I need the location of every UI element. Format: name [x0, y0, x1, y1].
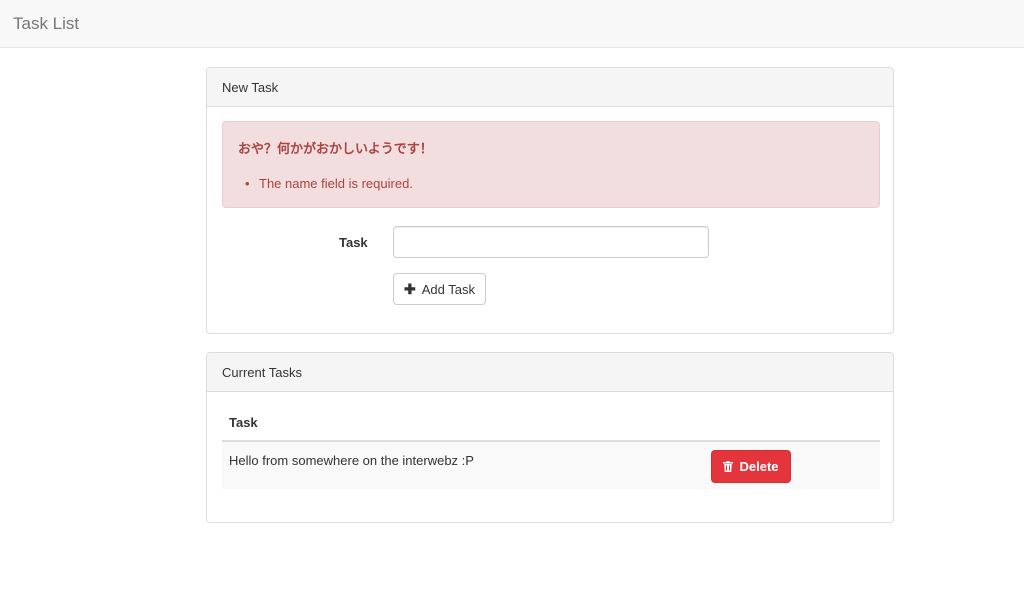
new-task-panel-heading: New Task: [207, 68, 893, 107]
trash-icon: [723, 461, 734, 472]
navbar: Task List: [0, 0, 1024, 48]
add-task-button[interactable]: ✚ Add Task: [393, 273, 486, 305]
delete-button-label: Delete: [739, 459, 779, 474]
error-item: The name field is required.: [259, 176, 413, 191]
brand-title[interactable]: Task List: [13, 14, 79, 34]
error-alert: おや？何かがおかしいようです！ • The name field is requ…: [222, 121, 880, 208]
plus-icon: ✚: [404, 281, 416, 297]
error-alert-title: おや？何かがおかしいようです！: [238, 141, 433, 156]
current-tasks-panel-heading: Current Tasks: [207, 353, 893, 392]
current-tasks-panel: Current Tasks Task Hello from somewhere …: [206, 352, 894, 523]
table-row: Hello from somewhere on the interwebz :P…: [222, 442, 880, 489]
table-header-task: Task: [222, 415, 880, 442]
bullet-icon: •: [245, 176, 250, 191]
delete-task-button[interactable]: Delete: [711, 450, 791, 483]
add-task-button-label: Add Task: [421, 281, 475, 297]
task-name-input[interactable]: [393, 226, 709, 258]
task-cell: Hello from somewhere on the interwebz :P: [229, 453, 474, 468]
task-field-label: Task: [339, 235, 368, 250]
new-task-panel: New Task おや？何かがおかしいようです！ • The name fiel…: [206, 67, 894, 334]
error-list: • The name field is required.: [245, 176, 413, 191]
